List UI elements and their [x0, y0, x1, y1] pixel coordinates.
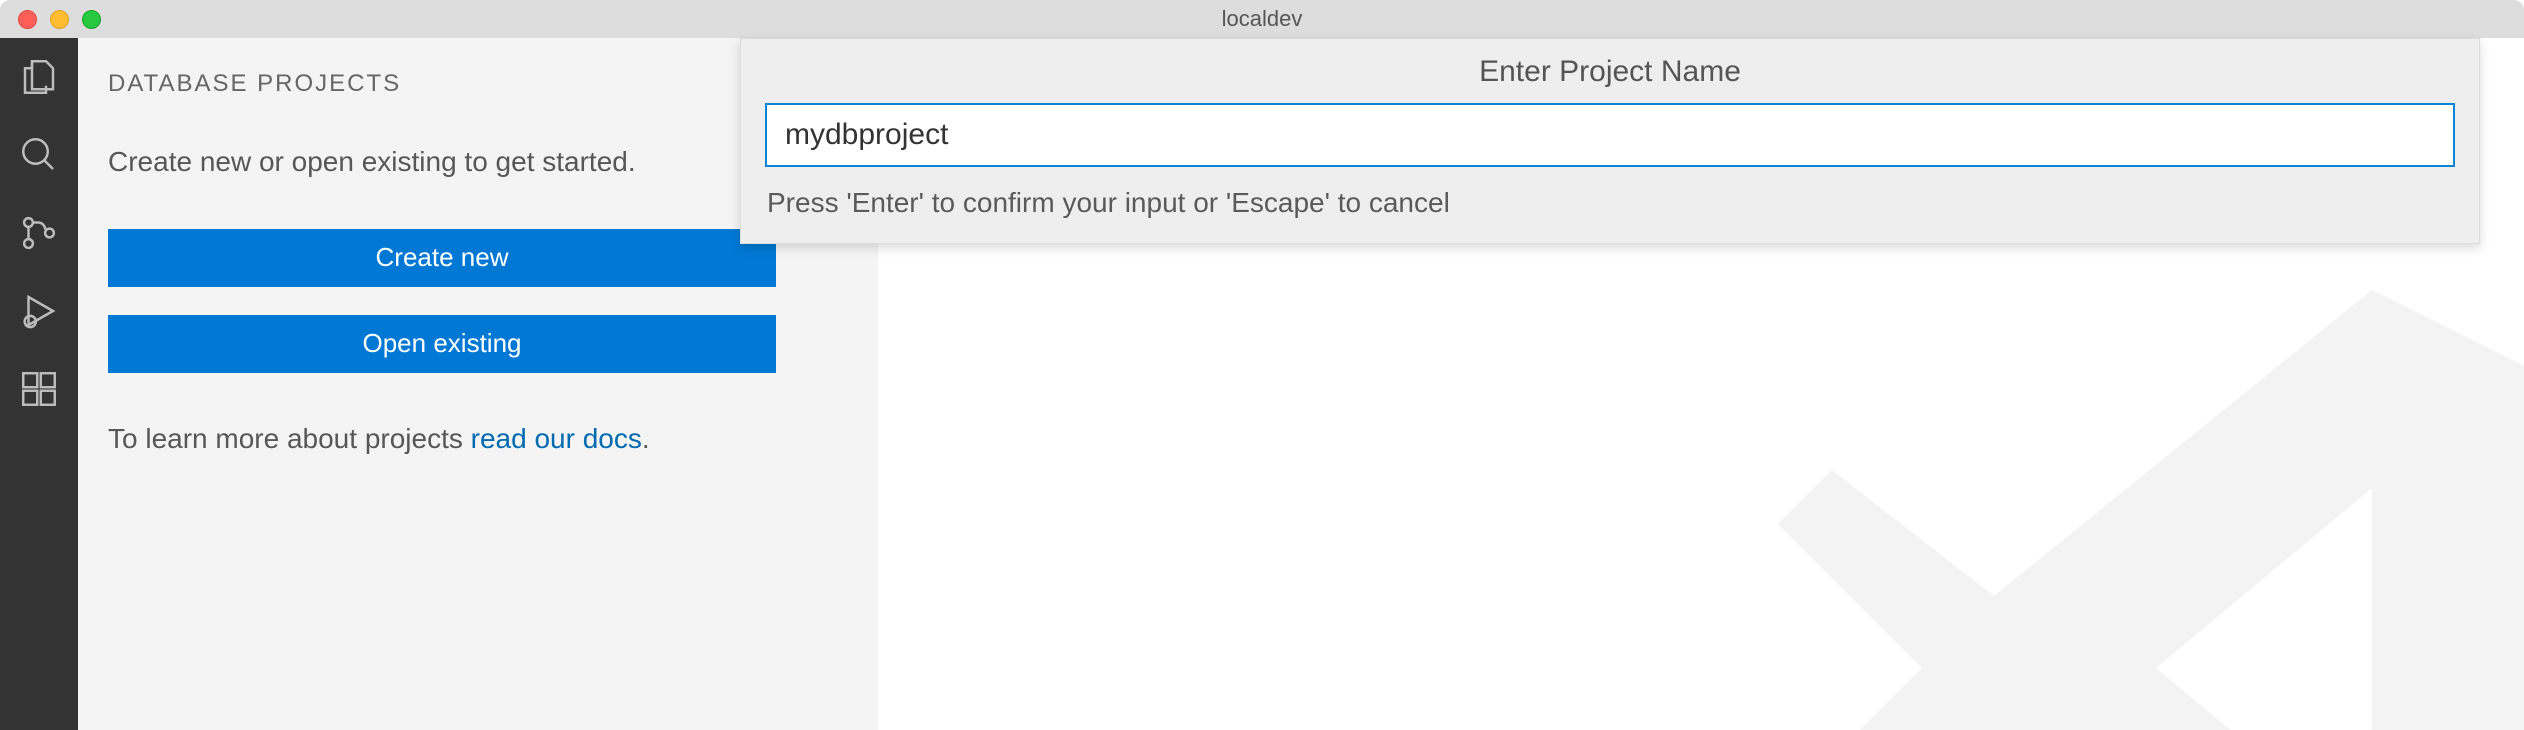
files-icon[interactable]: [18, 56, 60, 98]
vscode-watermark-icon: [1724, 218, 2524, 730]
sidebar-intro-text: Create new or open existing to get start…: [108, 142, 848, 183]
extensions-icon[interactable]: [18, 368, 60, 410]
search-icon[interactable]: [18, 134, 60, 176]
quick-input-wrap: [741, 103, 2479, 167]
project-name-input[interactable]: [765, 103, 2455, 167]
create-new-button[interactable]: Create new: [108, 229, 776, 287]
run-debug-icon[interactable]: [18, 290, 60, 332]
learn-suffix: .: [642, 423, 650, 454]
open-existing-button[interactable]: Open existing: [108, 315, 776, 373]
minimize-window-button[interactable]: [50, 10, 69, 29]
quick-input-hint: Press 'Enter' to confirm your input or '…: [741, 167, 2479, 243]
quick-input-title: Enter Project Name: [741, 39, 2479, 103]
window-title: localdev: [0, 6, 2524, 32]
learn-more-text: To learn more about projects read our do…: [108, 419, 848, 458]
close-window-button[interactable]: [18, 10, 37, 29]
quick-input-dialog: Enter Project Name Press 'Enter' to conf…: [740, 38, 2480, 244]
maximize-window-button[interactable]: [82, 10, 101, 29]
window-controls: [18, 10, 101, 29]
learn-prefix: To learn more about projects: [108, 423, 471, 454]
titlebar: localdev: [0, 0, 2524, 38]
activity-bar: [0, 38, 78, 730]
read-docs-link[interactable]: read our docs: [471, 423, 642, 454]
sidebar-header: DATABASE PROJECTS: [108, 60, 848, 108]
source-control-icon[interactable]: [18, 212, 60, 254]
sidebar-title: DATABASE PROJECTS: [108, 70, 401, 98]
